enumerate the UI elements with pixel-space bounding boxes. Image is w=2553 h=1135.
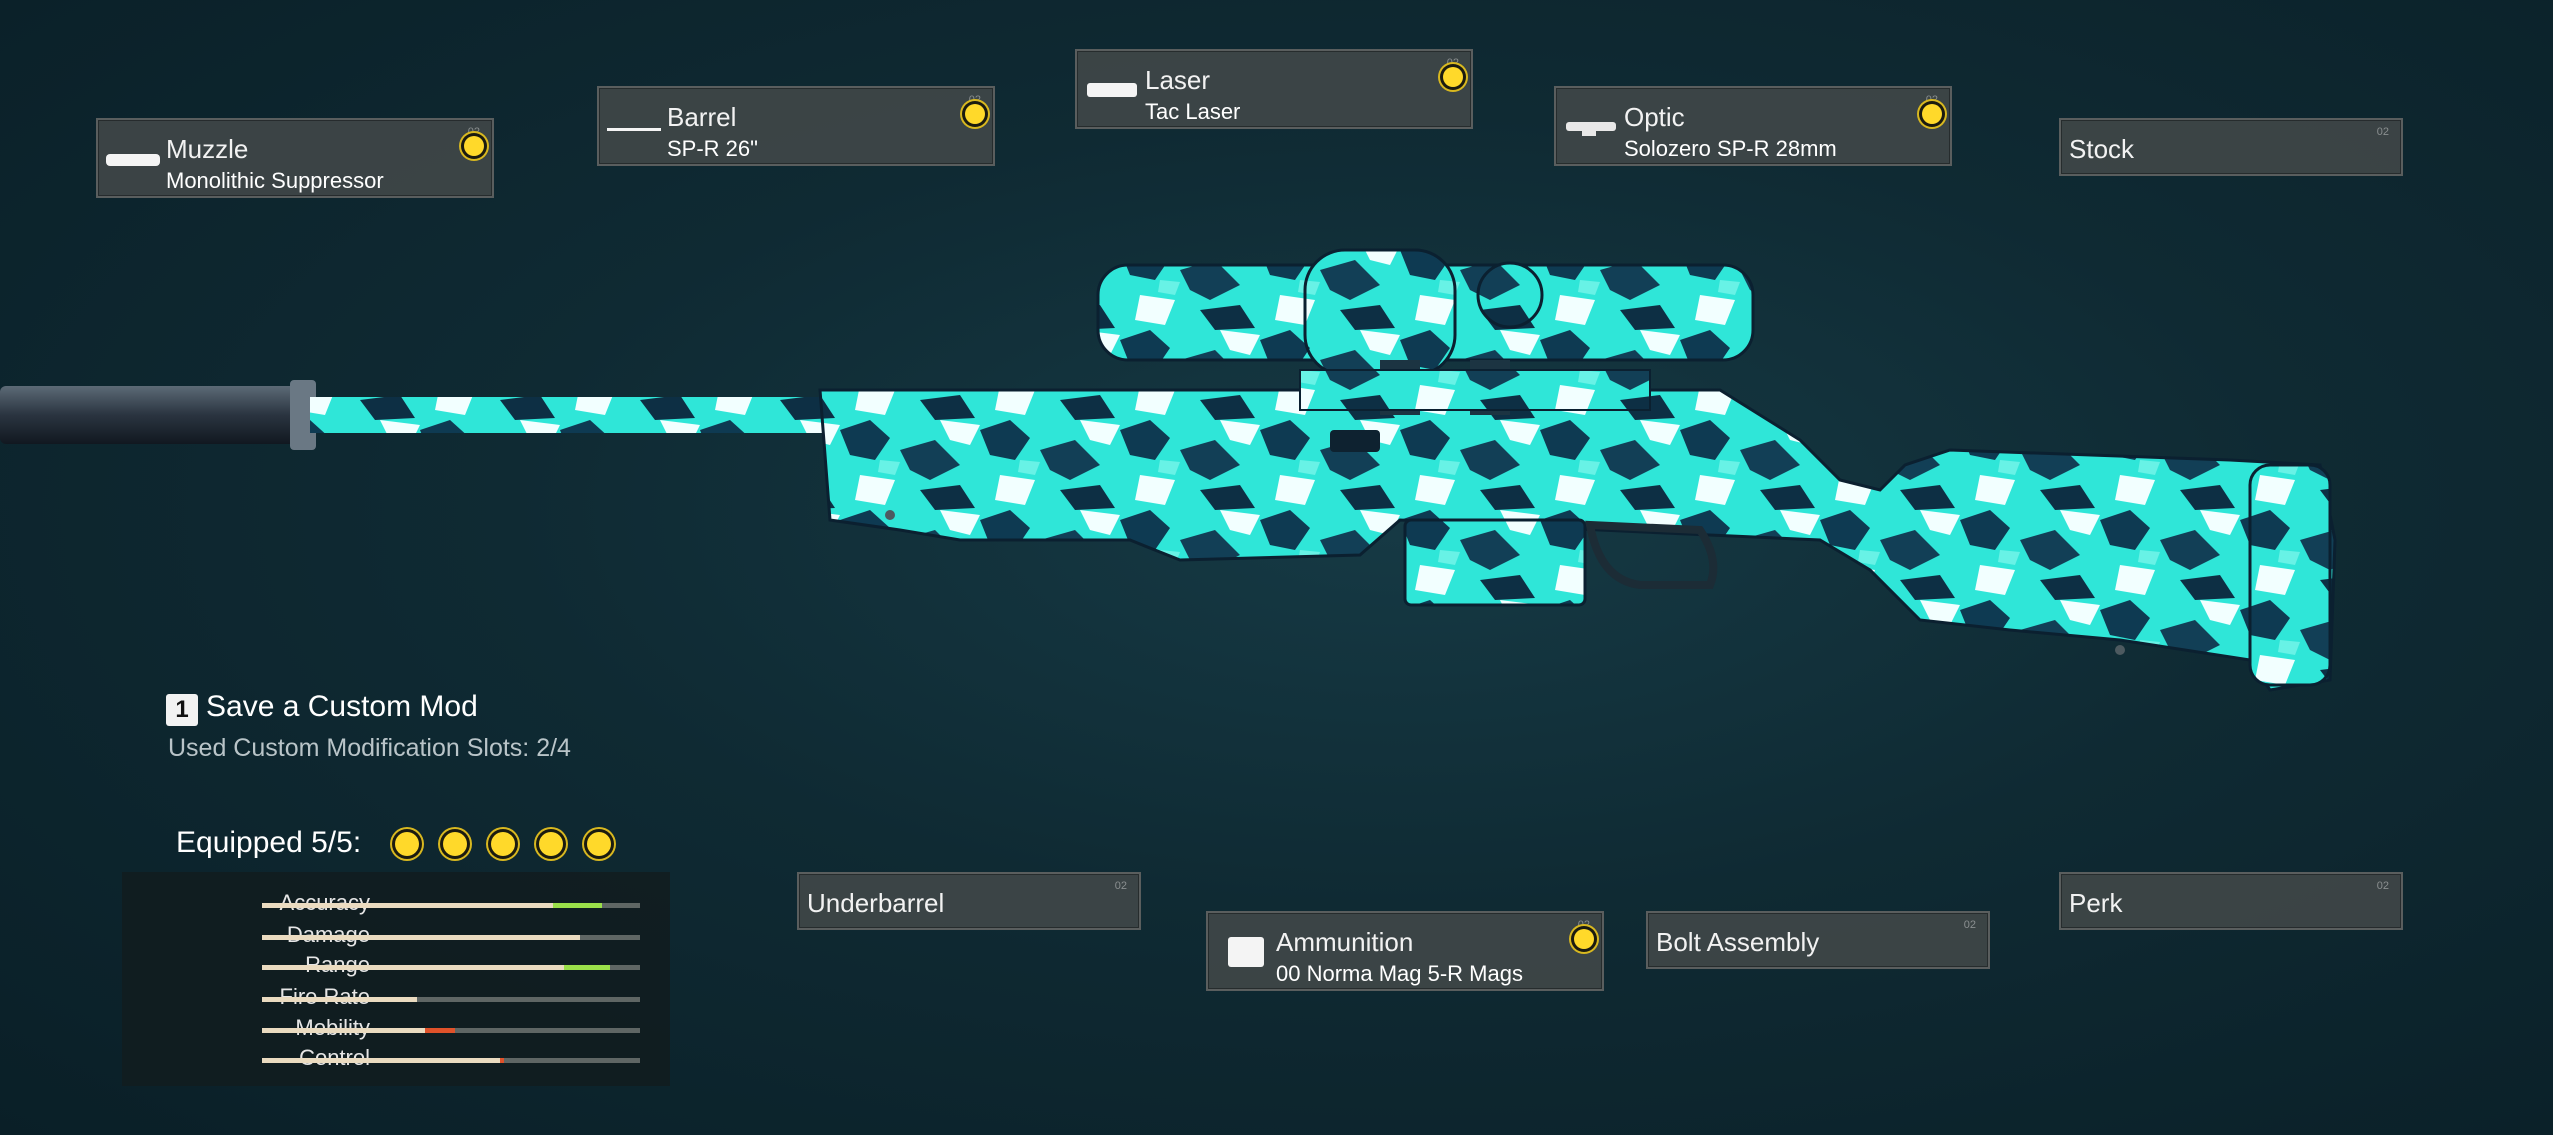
attachment-name: Optic bbox=[1624, 102, 1685, 132]
stat-bar bbox=[262, 903, 640, 908]
attachment-slot-bolt-assembly[interactable]: Bolt Assembly 02 bbox=[1646, 911, 1990, 969]
equipped-indicators bbox=[395, 832, 611, 856]
stat-row-mobility: Mobility bbox=[122, 1015, 670, 1045]
attachment-slot-muzzle[interactable]: Muzzle Monolithic Suppressor 02 bbox=[96, 118, 494, 198]
scope-icon bbox=[1562, 114, 1620, 140]
stat-row-fire-rate: Fire Rate bbox=[122, 984, 670, 1014]
equipped-dot bbox=[491, 832, 515, 856]
save-custom-mod-label: Save a Custom Mod bbox=[206, 690, 478, 723]
equipped-indicator bbox=[965, 104, 985, 124]
attachment-name: Stock bbox=[2069, 134, 2135, 164]
attachment-slot-underbarrel[interactable]: Underbarrel 02 bbox=[797, 872, 1141, 930]
attachment-name: Underbarrel bbox=[807, 888, 945, 918]
sniper-rifle-image bbox=[0, 240, 2360, 710]
laser-icon bbox=[1083, 77, 1141, 103]
equipped-count-label: Equipped 5/5: bbox=[176, 826, 362, 859]
equipped-dot bbox=[587, 832, 611, 856]
attachment-name: Bolt Assembly bbox=[1656, 927, 1820, 957]
stat-bar bbox=[262, 1058, 640, 1063]
equipped-dot bbox=[443, 832, 467, 856]
equipped-dot bbox=[539, 832, 563, 856]
equipped-indicator bbox=[1922, 104, 1942, 124]
equipped-indicator bbox=[1574, 929, 1594, 949]
stat-bar bbox=[262, 1028, 640, 1033]
attachment-slot-barrel[interactable]: Barrel SP-R 26" 02 bbox=[597, 86, 995, 166]
attachment-name: Barrel bbox=[667, 102, 737, 132]
stat-row-range: Range bbox=[122, 952, 670, 982]
attachment-value: Solozero SP-R 28mm bbox=[1624, 136, 1837, 161]
attachment-value: Monolithic Suppressor bbox=[166, 168, 384, 193]
weapon-stats-panel: Accuracy Damage Range Fire Rate Mobility… bbox=[122, 872, 670, 1086]
attachment-slot-optic[interactable]: Optic Solozero SP-R 28mm 02 bbox=[1554, 86, 1952, 166]
attachment-name: Muzzle bbox=[166, 134, 249, 164]
attachment-tag: 02 bbox=[2376, 126, 2389, 138]
attachment-name: Laser bbox=[1145, 65, 1211, 95]
attachment-value: SP-R 26" bbox=[667, 136, 758, 161]
ammo-icon bbox=[1214, 937, 1272, 967]
attachment-name: Perk bbox=[2069, 888, 2123, 918]
stat-bar bbox=[262, 997, 640, 1002]
attachment-slot-ammunition[interactable]: Ammunition 00 Norma Mag 5-R Mags 02 bbox=[1206, 911, 1604, 991]
barrel-icon bbox=[605, 114, 663, 140]
attachment-tag: 02 bbox=[1114, 880, 1127, 892]
custom-mod-slots-text: Used Custom Modification Slots: 2/4 bbox=[168, 734, 571, 762]
equipped-dot bbox=[395, 832, 419, 856]
attachment-tag: 02 bbox=[2376, 880, 2389, 892]
equipped-indicator bbox=[1443, 67, 1463, 87]
stat-row-control: Control bbox=[122, 1045, 670, 1075]
attachment-value: 00 Norma Mag 5-R Mags bbox=[1276, 961, 1523, 986]
stat-row-accuracy: Accuracy bbox=[122, 890, 670, 920]
stat-row-damage: Damage bbox=[122, 922, 670, 952]
stat-bar bbox=[262, 965, 640, 970]
stat-bar bbox=[262, 935, 640, 940]
attachment-tag: 02 bbox=[1963, 919, 1976, 931]
attachment-slot-perk[interactable]: Perk 02 bbox=[2059, 872, 2403, 930]
attachment-slot-stock[interactable]: Stock 02 bbox=[2059, 118, 2403, 176]
suppressor-icon bbox=[104, 146, 162, 172]
keybind-badge: 1 bbox=[166, 694, 198, 726]
equipped-indicator bbox=[464, 136, 484, 156]
attachment-value: Tac Laser bbox=[1145, 99, 1241, 124]
attachment-name: Ammunition bbox=[1276, 927, 1414, 957]
attachment-slot-laser[interactable]: Laser Tac Laser 02 bbox=[1075, 49, 1473, 129]
